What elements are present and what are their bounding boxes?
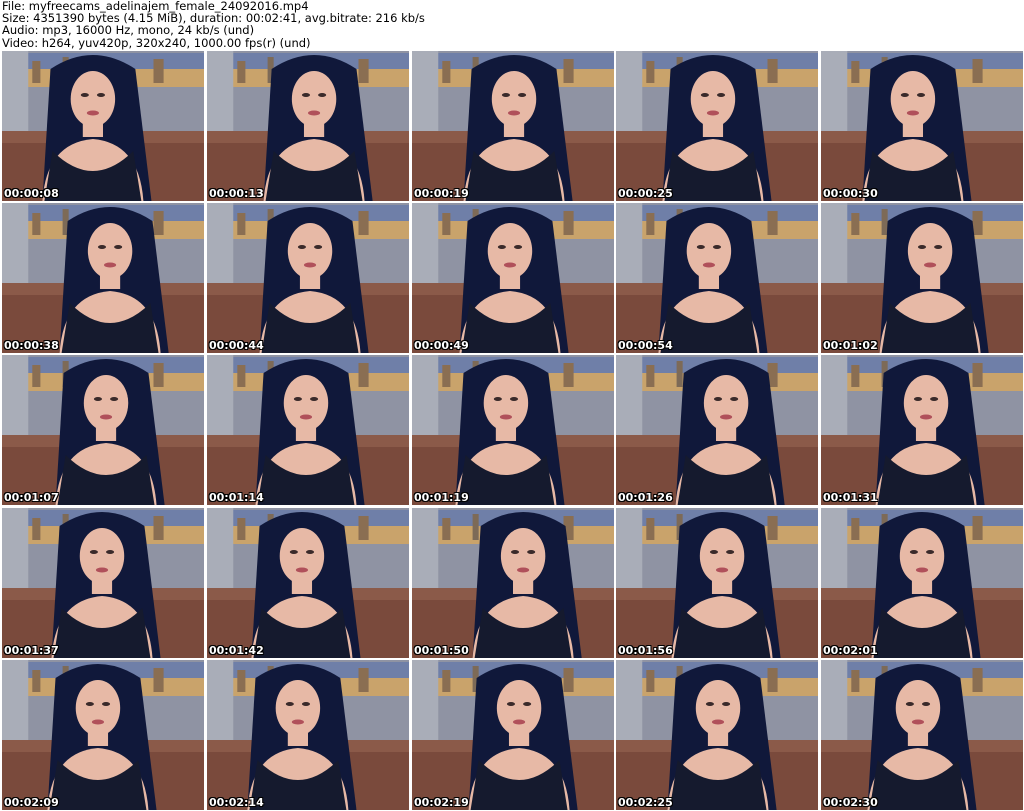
thumbnail-timestamp: 00:01:56	[618, 644, 673, 657]
thumbnail-timestamp: 00:00:13	[209, 187, 264, 200]
thumbnail-timestamp: 00:01:19	[414, 491, 469, 504]
thumbnail-timestamp: 00:01:31	[823, 491, 878, 504]
video-frame-image	[616, 660, 818, 810]
thumbnail-timestamp: 00:02:25	[618, 796, 673, 809]
thumbnail-timestamp: 00:00:44	[209, 339, 264, 352]
video-frame-image	[412, 355, 614, 505]
video-frame-image	[2, 203, 204, 353]
thumbnail-timestamp: 00:00:19	[414, 187, 469, 200]
video-frame-image	[821, 51, 1023, 201]
thumbnail-timestamp: 00:01:42	[209, 644, 264, 657]
thumbnail-timestamp: 00:02:14	[209, 796, 264, 809]
video-thumbnail: 00:01:26	[616, 355, 818, 505]
thumbnail-timestamp: 00:01:26	[618, 491, 673, 504]
video-thumbnail: 00:01:19	[412, 355, 614, 505]
thumbnail-timestamp: 00:02:01	[823, 644, 878, 657]
video-frame-image	[412, 51, 614, 201]
thumbnail-timestamp: 00:01:02	[823, 339, 878, 352]
video-frame-image	[412, 660, 614, 810]
thumbnail-timestamp: 00:00:49	[414, 339, 469, 352]
thumbnail-timestamp: 00:02:30	[823, 796, 878, 809]
video-thumbnail: 00:00:19	[412, 51, 614, 201]
thumbnail-timestamp: 00:00:08	[4, 187, 59, 200]
info-header: File: myfreecams_adelinajem_female_24092…	[2, 0, 1022, 49]
video-frame-image	[616, 203, 818, 353]
audio-info-line: Audio: mp3, 16000 Hz, mono, 24 kb/s (und…	[2, 23, 255, 38]
video-thumbnail: 00:00:25	[616, 51, 818, 201]
video-thumbnail: 00:01:50	[412, 508, 614, 658]
video-frame-image	[616, 51, 818, 201]
video-frame-image	[207, 355, 409, 505]
video-thumbnail: 00:01:31	[821, 355, 1023, 505]
video-thumbnail: 00:01:02	[821, 203, 1023, 353]
video-frame-image	[821, 355, 1023, 505]
video-thumbnail: 00:01:37	[2, 508, 204, 658]
video-frame-image	[207, 508, 409, 658]
thumbnail-timestamp: 00:00:25	[618, 187, 673, 200]
video-frame-image	[412, 203, 614, 353]
video-frame-image	[2, 355, 204, 505]
video-frame-image	[616, 508, 818, 658]
video-frame-image	[207, 660, 409, 810]
video-thumbnail: 00:00:54	[616, 203, 818, 353]
thumbnail-timestamp: 00:01:37	[4, 644, 59, 657]
video-thumbnail: 00:00:08	[2, 51, 204, 201]
video-thumbnail: 00:01:42	[207, 508, 409, 658]
video-info-line: Video: h264, yuv420p, 320x240, 1000.00 f…	[2, 35, 311, 50]
video-thumbnail: 00:02:30	[821, 660, 1023, 810]
thumbnail-timestamp: 00:01:14	[209, 491, 264, 504]
video-thumbnail: 00:01:14	[207, 355, 409, 505]
thumbnail-timestamp: 00:00:30	[823, 187, 878, 200]
thumbnail-timestamp: 00:01:07	[4, 491, 59, 504]
thumbnail-timestamp: 00:00:38	[4, 339, 59, 352]
video-frame-image	[2, 660, 204, 810]
video-thumbnail: 00:02:09	[2, 660, 204, 810]
video-thumbnail: 00:00:13	[207, 51, 409, 201]
thumbnail-grid: 00:00:08 00:00:13 00:00:19 00:00:25 00:00:30…	[0, 50, 1024, 811]
thumbnail-timestamp: 00:02:19	[414, 796, 469, 809]
thumbnail-timestamp: 00:00:54	[618, 339, 673, 352]
video-frame-image	[821, 508, 1023, 658]
thumbnail-timestamp: 00:02:09	[4, 796, 59, 809]
video-frame-image	[2, 51, 204, 201]
video-thumbnail: 00:02:25	[616, 660, 818, 810]
video-frame-image	[821, 203, 1023, 353]
video-thumbnail: 00:02:14	[207, 660, 409, 810]
video-thumbnail: 00:01:56	[616, 508, 818, 658]
video-frame-image	[207, 203, 409, 353]
video-thumbnail: 00:02:19	[412, 660, 614, 810]
video-frame-image	[821, 660, 1023, 810]
video-thumbnail: 00:01:07	[2, 355, 204, 505]
video-frame-image	[616, 355, 818, 505]
video-frame-image	[2, 508, 204, 658]
video-frame-image	[207, 51, 409, 201]
video-frame-image	[412, 508, 614, 658]
video-thumbnail: 00:00:44	[207, 203, 409, 353]
thumbnail-timestamp: 00:01:50	[414, 644, 469, 657]
video-thumbnail: 00:02:01	[821, 508, 1023, 658]
video-thumbnail: 00:00:30	[821, 51, 1023, 201]
video-thumbnail: 00:00:49	[412, 203, 614, 353]
video-thumbnail: 00:00:38	[2, 203, 204, 353]
